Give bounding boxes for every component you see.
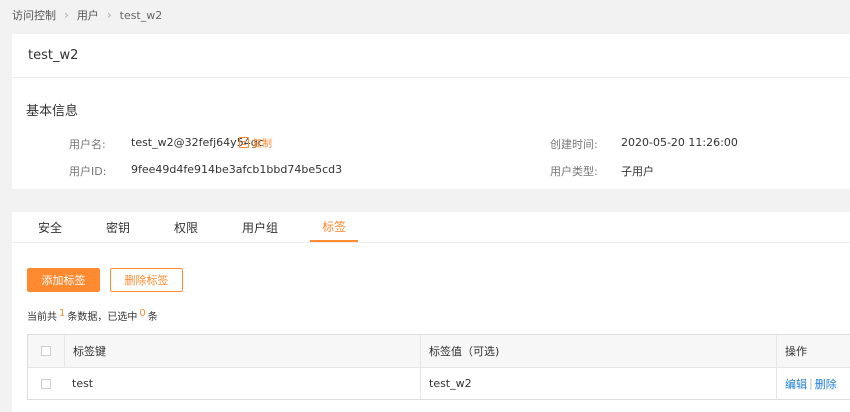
select-all-checkbox[interactable] [41, 346, 51, 356]
breadcrumb: 访问控制 › 用户 › test_w2 [12, 0, 162, 30]
tab-keys[interactable]: 密钥 [94, 213, 142, 242]
tabs-card: 安全 密钥 权限 用户组 标签 添加标签 删除标签 当前共 1 条数据，已选中 … [12, 212, 850, 412]
user-type-value: 子用户 [621, 165, 654, 178]
page-title: test_w2 [12, 34, 850, 78]
chevron-right-icon: › [106, 8, 112, 22]
column-header-key: 标签键 [64, 335, 420, 367]
add-tag-button[interactable]: 添加标签 [27, 268, 100, 292]
copy-icon [239, 137, 249, 148]
section-title-basic-info: 基本信息 [26, 104, 79, 119]
created-time-label: 创建时间: [550, 138, 598, 151]
userid-label: 用户ID: [69, 165, 107, 178]
row-select-cell [28, 368, 64, 399]
selection-summary: 当前共 1 条数据，已选中 0 条 [27, 308, 158, 323]
action-divider: | [809, 377, 813, 390]
copy-username-button[interactable]: 复制 [239, 135, 272, 150]
column-header-value: 标签值（可选) [420, 335, 776, 367]
summary-selected-count: 0 [139, 308, 146, 319]
user-type-label: 用户类型: [550, 165, 598, 178]
edit-tag-link[interactable]: 编辑 [785, 376, 807, 392]
tags-table: 标签键 标签值（可选) 操作 test test_w2 编辑 | 删除 [27, 334, 850, 400]
summary-prefix: 当前共 [27, 312, 57, 323]
row-checkbox[interactable] [41, 378, 51, 389]
tab-security[interactable]: 安全 [26, 213, 74, 242]
select-all-cell [28, 335, 64, 367]
summary-suffix: 条 [147, 312, 158, 323]
tab-bar: 安全 密钥 权限 用户组 标签 [12, 212, 850, 243]
breadcrumb-item-current: test_w2 [119, 8, 163, 22]
summary-total-count: 1 [59, 308, 66, 319]
table-header-row: 标签键 标签值（可选) 操作 [28, 335, 850, 368]
chevron-right-icon: › [64, 8, 69, 22]
tab-tags[interactable]: 标签 [310, 213, 359, 242]
tab-permissions[interactable]: 权限 [162, 213, 210, 242]
table-row: test test_w2 编辑 | 删除 [28, 368, 850, 399]
column-header-actions: 操作 [776, 335, 850, 367]
userid-value: 9fee49d4fe914be3afcb1bbd74be5cd3 [131, 163, 343, 176]
username-label: 用户名: [69, 138, 106, 151]
actions-cell: 编辑 | 删除 [776, 368, 850, 399]
summary-middle: 条数据，已选中 [67, 312, 138, 323]
delete-tag-button[interactable]: 删除标签 [110, 268, 183, 292]
user-info-card: test_w2 基本信息 用户名: test_w2@32fefj64y54gc … [12, 34, 850, 189]
breadcrumb-item-users[interactable]: 用户 [77, 7, 99, 23]
copy-label: 复制 [252, 139, 272, 150]
tag-value-cell: test_w2 [420, 368, 776, 399]
tag-key-cell: test [72, 377, 94, 390]
created-time-value: 2020-05-20 11:26:00 [621, 136, 738, 149]
tab-user-groups[interactable]: 用户组 [230, 213, 290, 242]
delete-tag-link[interactable]: 删除 [815, 376, 837, 392]
breadcrumb-item-access-control[interactable]: 访问控制 [12, 7, 56, 23]
